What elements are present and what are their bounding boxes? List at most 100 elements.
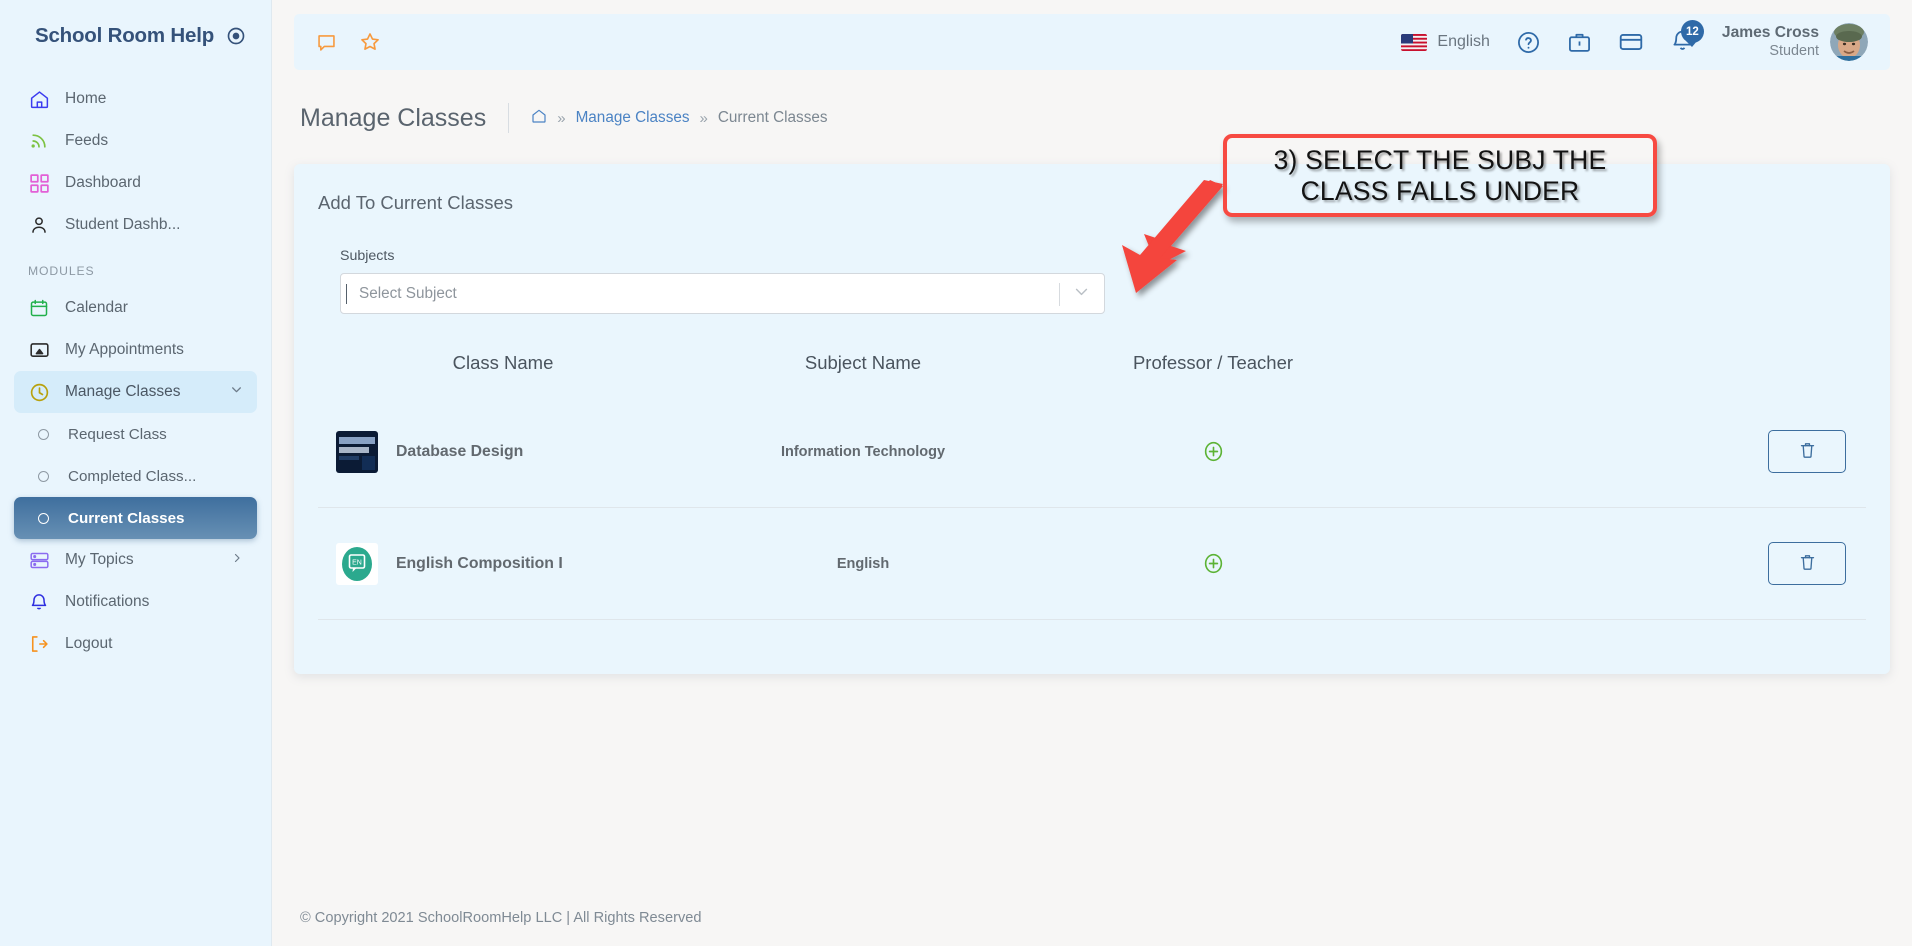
brand[interactable]: School Room Help (0, 0, 271, 72)
layers-topics-icon (28, 549, 50, 571)
sidebar-item-label: Feeds (65, 132, 108, 150)
bullet-circle-icon (38, 513, 49, 524)
column-header-class-name: Class Name (318, 352, 688, 374)
sidebar-item-label: Dashboard (65, 174, 141, 192)
classes-table: Class Name Subject Name Professor / Teac… (318, 352, 1866, 620)
credit-card-icon[interactable] (1618, 29, 1644, 55)
user-role: Student (1722, 43, 1819, 60)
sidebar-item-current-classes[interactable]: Current Classes (14, 497, 257, 539)
app-root: School Room Help Home (0, 0, 1912, 946)
sidebar-item-label: Home (65, 90, 106, 108)
language-label: English (1437, 33, 1489, 51)
question-circle-icon[interactable] (1516, 30, 1541, 55)
sidebar-item-label: My Topics (65, 551, 134, 569)
notification-count-badge: 12 (1681, 20, 1704, 43)
cell-class-name: EN English Composition I (318, 543, 688, 585)
breadcrumb-item-current-classes: Current Classes (718, 109, 828, 127)
subject-select[interactable]: Select Subject (340, 273, 1105, 314)
bullet-circle-icon (38, 471, 49, 482)
table-row: EN English Composition I English (318, 508, 1866, 620)
sidebar-subitem-label: Completed Class... (68, 468, 196, 485)
sidebar-item-request-class[interactable]: Request Class (14, 413, 257, 455)
cell-professor-teacher (1038, 439, 1388, 464)
notifications-bell-button[interactable]: 12 (1670, 28, 1696, 56)
english-en-badge-thumbnail: EN (336, 543, 378, 585)
trash-icon (1798, 552, 1817, 575)
breadcrumb-item-manage-classes[interactable]: Manage Classes (576, 109, 690, 127)
sidebar-item-completed-classes[interactable]: Completed Class... (14, 455, 257, 497)
footer-copyright: © Copyright 2021 SchoolRoomHelp LLC | Al… (272, 890, 1912, 946)
avatar (1830, 23, 1868, 61)
home-icon[interactable] (531, 108, 547, 129)
home-icon (28, 88, 50, 110)
annotation-text: 3) SELECT THE SUBJ THE CLASS FALLS UNDER (1274, 145, 1607, 206)
us-flag-icon (1401, 34, 1427, 51)
sidebar-item-manage-classes[interactable]: Manage Classes (14, 371, 257, 413)
topbar-right-actions: English (1401, 23, 1868, 61)
main-content: English (272, 0, 1912, 946)
language-selector[interactable]: English (1401, 33, 1489, 51)
calendar-icon (28, 297, 50, 319)
cell-class-name: Database Design (318, 431, 688, 473)
sidebar-subitem-label: Current Classes (68, 510, 185, 527)
delete-class-button[interactable] (1768, 542, 1846, 585)
column-header-subject-name: Subject Name (688, 352, 1038, 374)
annotation-callout: 3) SELECT THE SUBJ THE CLASS FALLS UNDER (1223, 134, 1657, 217)
plus-circle-icon[interactable] (1202, 439, 1225, 464)
sidebar-item-label: Manage Classes (65, 383, 180, 401)
bell-icon (28, 591, 50, 613)
sidebar-item-student-dashboard[interactable]: Student Dashb... (14, 204, 257, 246)
clock-icon (28, 381, 50, 403)
class-name-text: English Composition I (396, 555, 563, 573)
sidebar-item-my-topics[interactable]: My Topics (14, 539, 257, 581)
breadcrumb-separator: » (700, 110, 708, 127)
chevron-down-icon (230, 383, 243, 401)
user-menu[interactable]: James Cross Student (1722, 23, 1868, 61)
star-favorite-icon[interactable] (359, 31, 381, 53)
sidebar: School Room Help Home (0, 0, 272, 946)
sidebar-item-notifications[interactable]: Notifications (14, 581, 257, 623)
column-header-actions (1388, 352, 1866, 374)
appointment-screen-icon (28, 339, 50, 361)
user-name: James Cross (1722, 24, 1819, 43)
user-info: James Cross Student (1722, 24, 1819, 60)
trash-icon (1798, 440, 1817, 463)
sidebar-item-my-appointments[interactable]: My Appointments (14, 329, 257, 371)
target-circle-icon (226, 26, 246, 46)
delete-class-button[interactable] (1768, 430, 1846, 473)
sidebar-item-label: Notifications (65, 593, 149, 611)
cell-actions (1388, 430, 1866, 473)
breadcrumb-separator: » (557, 110, 565, 127)
topbar-left-actions (316, 31, 381, 53)
table-header-row: Class Name Subject Name Professor / Teac… (318, 352, 1866, 396)
column-header-professor-teacher: Professor / Teacher (1038, 352, 1388, 374)
plus-circle-icon[interactable] (1202, 551, 1225, 576)
breadcrumb: » Manage Classes » Current Classes (508, 103, 827, 133)
sidebar-item-label: Student Dashb... (65, 216, 180, 234)
sidebar-nav: Home Feeds Dashboard (0, 72, 271, 665)
cell-actions (1388, 542, 1866, 585)
sidebar-item-dashboard[interactable]: Dashboard (14, 162, 257, 204)
chat-bubble-icon[interactable] (316, 32, 337, 53)
user-person-icon (28, 214, 50, 236)
sidebar-item-calendar[interactable]: Calendar (14, 287, 257, 329)
table-row: Database Design Information Technology (318, 396, 1866, 508)
sidebar-item-label: Calendar (65, 299, 128, 317)
briefcase-icon[interactable] (1567, 30, 1592, 55)
page-title: Manage Classes (300, 104, 508, 133)
brand-name: School Room Help (35, 24, 214, 48)
sidebar-subitem-label: Request Class (68, 426, 167, 443)
subject-name-text: Information Technology (781, 444, 945, 460)
sidebar-item-logout[interactable]: Logout (14, 623, 257, 665)
svg-text:EN: EN (352, 559, 362, 566)
subject-select-placeholder: Select Subject (346, 284, 457, 304)
logout-icon (28, 633, 50, 655)
bullet-circle-icon (38, 429, 49, 440)
class-name-text: Database Design (396, 443, 523, 461)
sidebar-item-label: Logout (65, 635, 112, 653)
grid-dashboard-icon (28, 172, 50, 194)
sidebar-item-home[interactable]: Home (14, 78, 257, 120)
sidebar-item-feeds[interactable]: Feeds (14, 120, 257, 162)
cell-subject-name: Information Technology (688, 443, 1038, 461)
chevron-right-icon (231, 551, 243, 569)
